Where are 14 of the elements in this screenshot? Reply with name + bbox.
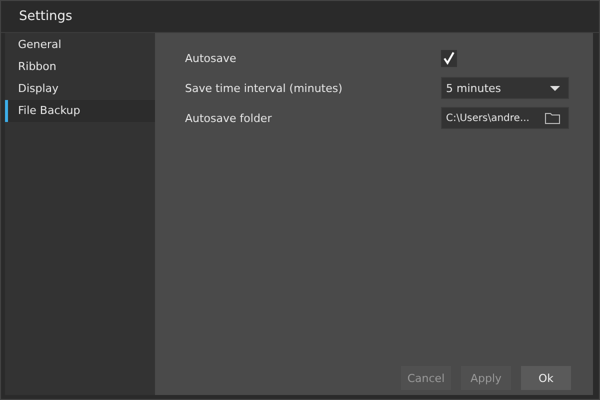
caret-icon [550, 86, 560, 90]
setting-label: Autosave folder [185, 112, 273, 124]
dialog-button[interactable]: Ok [521, 366, 571, 390]
setting-label: Autosave [185, 52, 238, 64]
folder-icon[interactable] [545, 112, 560, 124]
sidebar-item[interactable]: File Backup [5, 100, 155, 122]
autosave-checkbox[interactable] [441, 50, 457, 66]
sidebar-item[interactable]: Ribbon [5, 56, 155, 78]
sidebar-item[interactable]: General [5, 34, 155, 56]
interval-dropdown[interactable]: 5 minutes [441, 77, 569, 99]
sidebar-item[interactable]: Display [5, 78, 155, 100]
folder-field[interactable]: C:\Users\andre... [441, 107, 569, 129]
setting-label: Save time interval (minutes) [185, 82, 344, 94]
window-title: Settings [18, 8, 74, 26]
